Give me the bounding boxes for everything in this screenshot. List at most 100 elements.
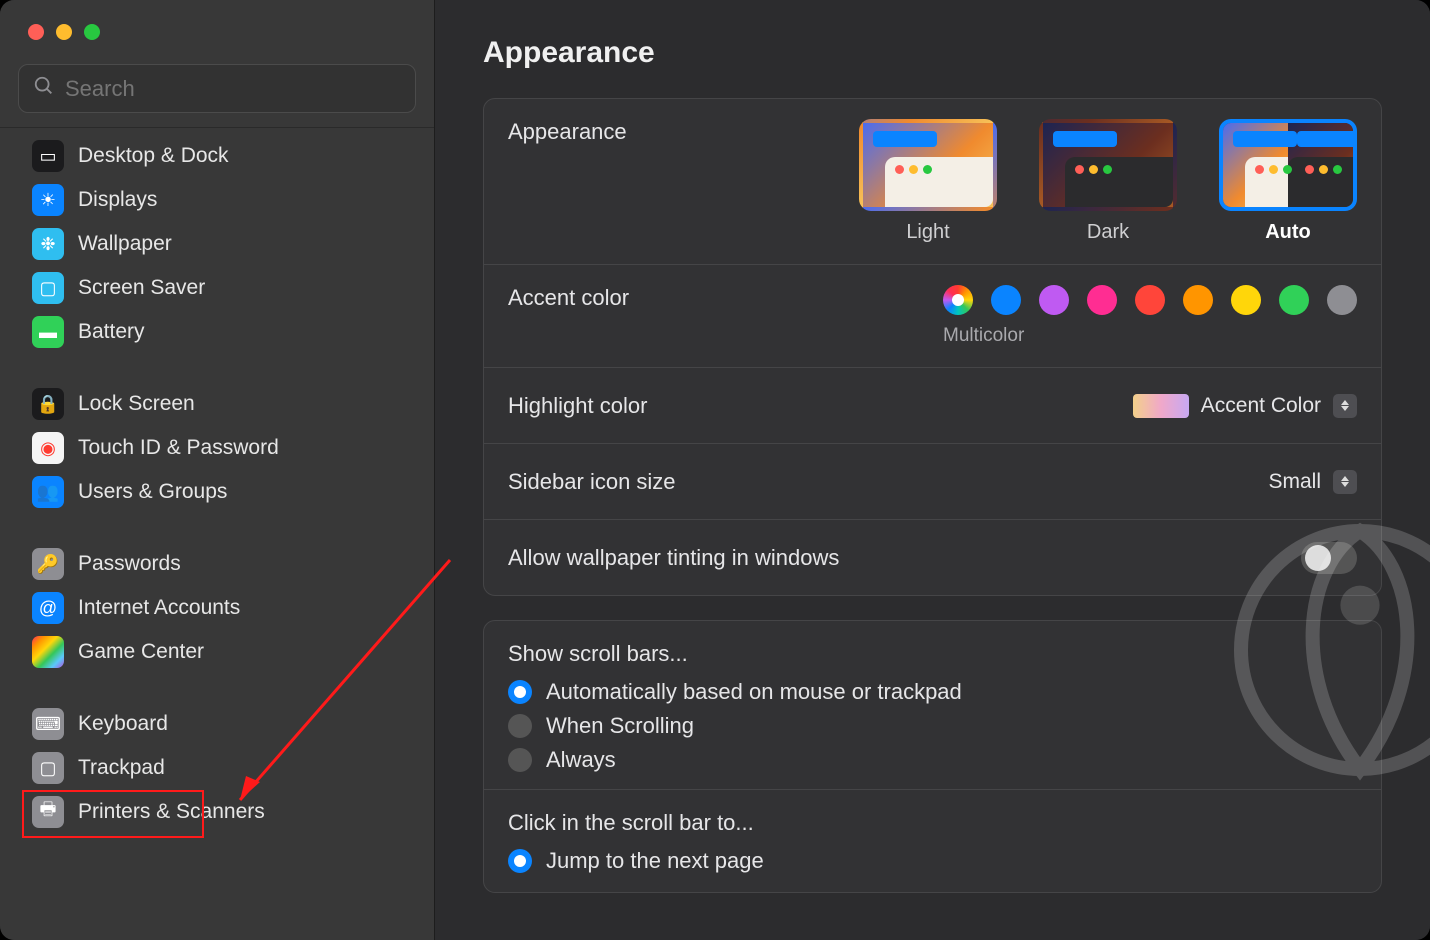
highlight-color-dropdown[interactable]: Accent Color <box>1133 394 1357 418</box>
sidebar-item-label: Game Center <box>78 640 204 664</box>
trackpad-icon: ▢ <box>32 752 64 784</box>
radio-label: When Scrolling <box>546 713 694 739</box>
scrollbars-card: Show scroll bars... Automatically based … <box>483 620 1382 893</box>
close-window-button[interactable] <box>28 24 44 40</box>
sidebar-item-screen-saver[interactable]: ▢ Screen Saver <box>0 266 434 310</box>
appearance-option-dark[interactable]: Dark <box>1039 119 1177 244</box>
search-icon <box>33 75 55 102</box>
sidebar-item-passwords[interactable]: 🔑 Passwords <box>0 542 434 586</box>
sidebar-item-label: Users & Groups <box>78 480 227 504</box>
sidebar-item-label: Trackpad <box>78 756 165 780</box>
sidebar-item-label: Lock Screen <box>78 392 195 416</box>
scrollbars-heading: Show scroll bars... <box>484 621 1381 675</box>
accent-graphite[interactable] <box>1327 285 1357 315</box>
search-box[interactable] <box>18 64 416 113</box>
touch-id-icon: ◉ <box>32 432 64 464</box>
radio-label: Jump to the next page <box>546 848 764 874</box>
click-scrollbar-option-jump[interactable]: Jump to the next page <box>484 844 1381 892</box>
scrollbars-option-auto[interactable]: Automatically based on mouse or trackpad <box>484 675 1381 709</box>
window-controls <box>0 0 434 40</box>
appearance-option-label: Dark <box>1087 221 1129 244</box>
sidebar-item-label: Touch ID & Password <box>78 436 279 460</box>
printers-icon: 🖶 <box>32 796 64 828</box>
accent-yellow[interactable] <box>1231 285 1261 315</box>
users-groups-icon: 👥 <box>32 476 64 508</box>
screen-saver-icon: ▢ <box>32 272 64 304</box>
search-input[interactable] <box>65 76 401 102</box>
scrollbars-option-always[interactable]: Always <box>484 743 1381 789</box>
accent-multicolor[interactable] <box>943 285 973 315</box>
radio-icon <box>508 849 532 873</box>
sidebar: ▭ Desktop & Dock ☀ Displays ❉ Wallpaper ▢ Sc… <box>0 0 435 940</box>
internet-accounts-icon: @ <box>32 592 64 624</box>
accent-blue[interactable] <box>991 285 1021 315</box>
radio-icon <box>508 680 532 704</box>
accent-red[interactable] <box>1135 285 1165 315</box>
chevron-updown-icon <box>1333 394 1357 418</box>
page-title: Appearance <box>483 36 1382 70</box>
accent-color-label: Accent color <box>508 285 629 311</box>
sidebar-item-internet-accounts[interactable]: @ Internet Accounts <box>0 586 434 630</box>
appearance-mode-options: Light Dark Auto <box>859 119 1357 244</box>
sidebar-item-displays[interactable]: ☀ Displays <box>0 178 434 222</box>
accent-orange[interactable] <box>1183 285 1213 315</box>
sidebar-item-label: Displays <box>78 188 157 212</box>
game-center-icon <box>32 636 64 668</box>
wallpaper-icon: ❉ <box>32 228 64 260</box>
sidebar-item-label: Battery <box>78 320 145 344</box>
passwords-icon: 🔑 <box>32 548 64 580</box>
minimize-window-button[interactable] <box>56 24 72 40</box>
sidebar-item-trackpad[interactable]: ▢ Trackpad <box>0 746 434 790</box>
lock-screen-icon: 🔒 <box>32 388 64 420</box>
accent-green[interactable] <box>1279 285 1309 315</box>
accent-purple[interactable] <box>1039 285 1069 315</box>
highlight-swatch <box>1133 394 1189 418</box>
search-container <box>0 40 434 127</box>
appearance-option-label: Light <box>906 221 949 244</box>
radio-label: Always <box>546 747 616 773</box>
scrollbars-option-when-scrolling[interactable]: When Scrolling <box>484 709 1381 743</box>
displays-icon: ☀ <box>32 184 64 216</box>
sidebar-item-desktop-dock[interactable]: ▭ Desktop & Dock <box>0 134 434 178</box>
radio-icon <box>508 714 532 738</box>
keyboard-icon: ⌨ <box>32 708 64 740</box>
sidebar-item-printers-scanners[interactable]: 🖶 Printers & Scanners <box>0 790 434 834</box>
sidebar-item-touch-id[interactable]: ◉ Touch ID & Password <box>0 426 434 470</box>
sidebar-item-keyboard[interactable]: ⌨ Keyboard <box>0 702 434 746</box>
sidebar-item-label: Printers & Scanners <box>78 800 265 824</box>
sidebar-item-label: Internet Accounts <box>78 596 240 620</box>
appearance-option-label: Auto <box>1265 221 1311 244</box>
wallpaper-tinting-toggle[interactable] <box>1301 542 1357 574</box>
appearance-label: Appearance <box>508 119 627 145</box>
click-scrollbar-heading: Click in the scroll bar to... <box>484 789 1381 844</box>
sidebar-item-label: Passwords <box>78 552 181 576</box>
accent-pink[interactable] <box>1087 285 1117 315</box>
appearance-card: Appearance Light Dark <box>483 98 1382 596</box>
sidebar-item-label: Wallpaper <box>78 232 172 256</box>
highlight-color-label: Highlight color <box>508 393 647 419</box>
sidebar-item-label: Screen Saver <box>78 276 205 300</box>
settings-window: ▭ Desktop & Dock ☀ Displays ❉ Wallpaper ▢ Sc… <box>0 0 1430 940</box>
sidebar-item-label: Keyboard <box>78 712 168 736</box>
radio-label: Automatically based on mouse or trackpad <box>546 679 962 705</box>
fullscreen-window-button[interactable] <box>84 24 100 40</box>
sidebar-item-users-groups[interactable]: 👥 Users & Groups <box>0 470 434 514</box>
sidebar-item-label: Desktop & Dock <box>78 144 229 168</box>
wallpaper-tinting-label: Allow wallpaper tinting in windows <box>508 545 839 571</box>
chevron-updown-icon <box>1333 470 1357 494</box>
sidebar-item-wallpaper[interactable]: ❉ Wallpaper <box>0 222 434 266</box>
sidebar-icon-size-dropdown[interactable]: Small <box>1268 470 1357 494</box>
sidebar-icon-size-value: Small <box>1268 470 1321 494</box>
appearance-option-light[interactable]: Light <box>859 119 997 244</box>
main-pane: Appearance Appearance Light Dark <box>435 0 1430 940</box>
sidebar-item-game-center[interactable]: Game Center <box>0 630 434 674</box>
sidebar-list: ▭ Desktop & Dock ☀ Displays ❉ Wallpaper ▢ Sc… <box>0 127 434 834</box>
sidebar-item-lock-screen[interactable]: 🔒 Lock Screen <box>0 382 434 426</box>
battery-icon: ▬ <box>32 316 64 348</box>
accent-color-options <box>943 285 1357 315</box>
accent-selected-caption: Multicolor <box>943 325 1024 347</box>
desktop-dock-icon: ▭ <box>32 140 64 172</box>
radio-icon <box>508 748 532 772</box>
sidebar-item-battery[interactable]: ▬ Battery <box>0 310 434 354</box>
appearance-option-auto[interactable]: Auto <box>1219 119 1357 244</box>
